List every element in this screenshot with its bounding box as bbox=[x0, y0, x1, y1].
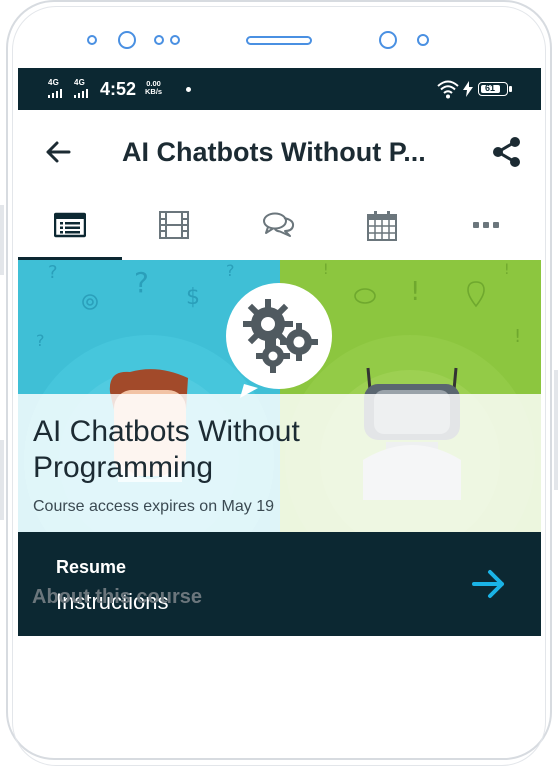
app-header: AI Chatbots Without P... bbox=[18, 110, 541, 192]
tab-dates[interactable] bbox=[330, 192, 434, 260]
phone-sensor bbox=[379, 31, 397, 49]
svg-text:$: $ bbox=[186, 285, 200, 310]
network-type-2: 4G bbox=[74, 78, 86, 87]
course-outline-icon bbox=[54, 212, 86, 238]
page-title: AI Chatbots Without P... bbox=[122, 137, 426, 167]
resume-label: Resume bbox=[56, 557, 127, 577]
chat-bubbles-icon bbox=[263, 212, 295, 237]
battery-tip bbox=[509, 86, 512, 92]
notification-dot-icon bbox=[186, 87, 191, 92]
wifi-icon bbox=[437, 80, 459, 99]
signal-bars-icon bbox=[74, 89, 94, 98]
svg-text:!: ! bbox=[504, 262, 510, 278]
network-type-1: 4G bbox=[48, 78, 60, 87]
battery-icon: 61 bbox=[478, 82, 508, 96]
tab-videos[interactable] bbox=[122, 192, 226, 260]
screen-content-background bbox=[18, 636, 541, 688]
tab-more[interactable] bbox=[434, 192, 538, 260]
phone-speaker bbox=[246, 36, 312, 45]
svg-text:!: ! bbox=[410, 277, 420, 307]
course-title-line-2: Programming bbox=[33, 451, 214, 484]
about-course-heading: About this course bbox=[32, 586, 203, 608]
share-icon[interactable] bbox=[490, 135, 524, 169]
arrow-right-icon bbox=[472, 570, 504, 598]
calendar-icon bbox=[367, 211, 397, 241]
status-time: 4:52 bbox=[100, 79, 137, 99]
signal-bars-icon bbox=[48, 89, 64, 98]
network-speed: 0.00 KB/s bbox=[145, 80, 162, 96]
course-hero-banner: ? ? ? ? $ ! ! ! ! AI Chatbots Without Pr… bbox=[18, 260, 541, 532]
phone-sensor bbox=[87, 35, 97, 45]
svg-text:?: ? bbox=[134, 266, 149, 299]
svg-text:!: ! bbox=[323, 262, 329, 278]
svg-text:?: ? bbox=[36, 331, 45, 350]
exclamation-icons: ! ! ! ! bbox=[323, 262, 521, 347]
network-speed-unit: KB/s bbox=[145, 87, 163, 96]
svg-text:?: ? bbox=[48, 262, 58, 283]
course-expiry-text: Course access expires on May 19 bbox=[33, 498, 274, 515]
charging-bolt-icon bbox=[463, 81, 473, 97]
phone-sensor bbox=[417, 34, 429, 46]
phone-sensor bbox=[154, 35, 164, 45]
svg-text:?: ? bbox=[226, 261, 235, 280]
phone-side-button bbox=[554, 370, 558, 490]
svg-text:!: ! bbox=[514, 326, 521, 347]
tab-discussions[interactable] bbox=[226, 192, 330, 260]
battery-level: 61 bbox=[484, 83, 495, 93]
tab-course-overview[interactable] bbox=[18, 192, 122, 260]
film-icon bbox=[159, 211, 189, 239]
phone-side-button bbox=[0, 440, 4, 520]
course-title-line-1: AI Chatbots Without bbox=[33, 415, 300, 448]
back-arrow-icon[interactable] bbox=[44, 138, 72, 166]
resume-course-button[interactable]: Resume Instructions bbox=[18, 532, 541, 636]
course-title: AI Chatbots Without Programming bbox=[33, 414, 433, 486]
status-bar: 4G 4G 4:52 0.00 KB/s 61 bbox=[18, 68, 541, 110]
phone-front-camera bbox=[118, 31, 136, 49]
more-dots-icon bbox=[473, 222, 499, 228]
phone-side-button bbox=[0, 205, 4, 275]
course-tab-bar bbox=[18, 192, 541, 260]
phone-sensor bbox=[170, 35, 180, 45]
